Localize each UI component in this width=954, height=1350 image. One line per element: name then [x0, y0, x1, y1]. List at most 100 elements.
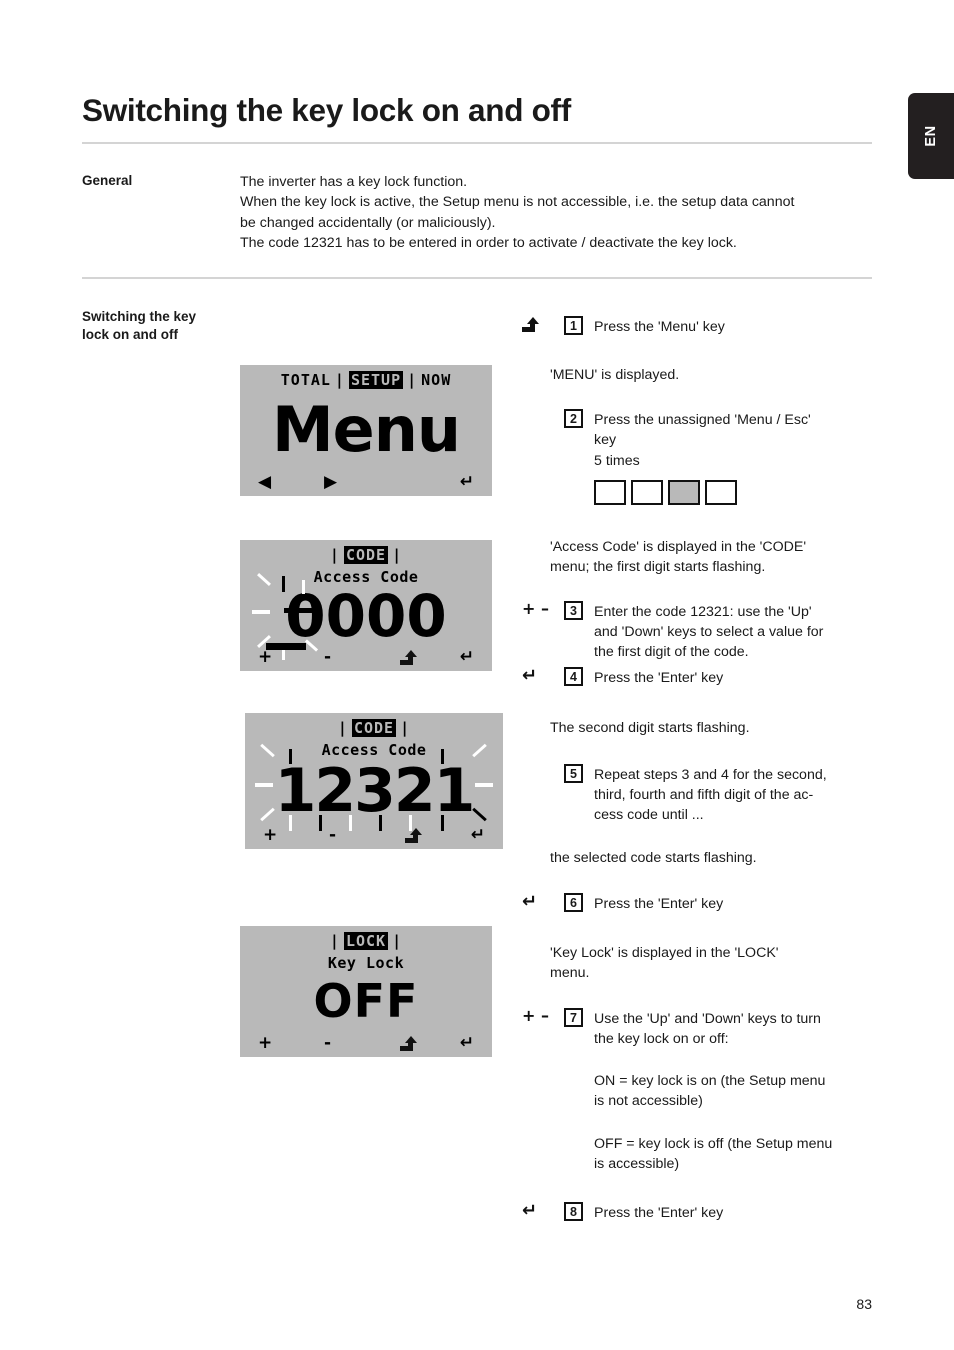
step-6-enter-icon: ↵: [522, 890, 538, 912]
lcd-1-header-total: TOTAL: [280, 371, 331, 389]
step-7-line-2: the key lock on or off:: [594, 1031, 729, 1048]
note-access-code-line-2: menu; the first digit starts flashing.: [550, 558, 766, 575]
lcd-4-enter-icon: ↵: [459, 1033, 474, 1053]
section-general-label: General: [82, 173, 133, 188]
lcd-1-right-arrow-icon: ▶: [324, 472, 338, 492]
lcd-1-left-arrow-icon: ◀: [258, 472, 272, 492]
step-5-number: 5: [564, 763, 583, 783]
lcd-menu-display: TOTAL | SETUP | NOW Menu ◀ ▶ ↵: [240, 365, 492, 496]
note-on-line-1: ON = key lock is on (the Setup menu: [594, 1073, 826, 1090]
lcd-3-menu-esc-icon: [405, 824, 422, 846]
lcd-2-plus-icon: +: [258, 647, 273, 667]
lcd-3-header: | CODE |: [245, 719, 503, 737]
section-procedure-label: Switching the key lock on and off: [82, 308, 232, 344]
step-5-line-3: cess code until ...: [594, 807, 704, 824]
general-line-1: The inverter has a key lock function.: [240, 174, 468, 190]
lcd-4-footer: + - ↵: [240, 1032, 492, 1054]
note-second-digit: The second digit starts flashing.: [550, 719, 750, 736]
step-5: 5 Repeat steps 3 and 4 for the second, t…: [522, 763, 872, 825]
lcd-4-plus-icon: +: [258, 1033, 273, 1053]
lcd-1-footer: ◀ ▶ ↵: [240, 471, 492, 493]
language-tab-label: EN: [923, 125, 939, 147]
lcd-1-sep-a: |: [334, 371, 345, 389]
lcd-access-code-12321-display: | CODE | Access Code 12321 + - ↵: [245, 713, 503, 849]
step-5-line-2: third, fourth and fifth digit of the ac-: [594, 787, 814, 804]
note-key-lock-displayed: 'Key Lock' is displayed in the 'LOCK' me…: [550, 943, 872, 983]
step-2-number: 2: [564, 409, 583, 429]
lcd-4-header-lock: LOCK: [343, 932, 389, 950]
key-box-4: [705, 479, 737, 505]
step-7-number: 7: [564, 1007, 583, 1027]
divider-top: [82, 142, 872, 144]
step-1-text: Press the 'Menu' key: [594, 319, 725, 335]
lcd-2-enter-icon: ↵: [459, 647, 474, 667]
note-access-code: 'Access Code' is displayed in the 'CODE'…: [550, 537, 872, 577]
step-1-menu-esc-icon: [522, 316, 556, 332]
lcd-4-sep-a: |: [329, 932, 340, 950]
key-box-2: [631, 479, 663, 505]
note-off-line-1: OFF = key lock is off (the Setup menu: [594, 1135, 833, 1152]
page-title: Switching the key lock on and off: [82, 92, 571, 129]
note-off-line-2: is accessible): [594, 1155, 680, 1172]
step-3-line-3: the first digit of the code.: [594, 644, 749, 661]
step-2-line-3: 5 times: [594, 452, 640, 469]
step-1: 1 Press the 'Menu' key: [522, 316, 872, 337]
step-2-line-1: Press the unassigned 'Menu / Esc': [594, 412, 811, 429]
note-key-lock-line-2: menu.: [550, 964, 590, 981]
step-7-plus-minus-icon: + –: [522, 1005, 549, 1025]
lcd-2-footer: + - ↵: [240, 646, 492, 668]
note-key-lock-line-1: 'Key Lock' is displayed in the 'LOCK': [550, 944, 779, 961]
lcd-3-header-code: CODE: [351, 719, 397, 737]
lcd-2-sep-b: |: [392, 546, 403, 564]
lcd-4-menu-esc-icon: [400, 1032, 417, 1054]
lcd-illustration-column: TOTAL | SETUP | NOW Menu ◀ ▶ ↵ | CODE | Access…: [240, 308, 510, 1057]
lcd-4-value: OFF: [313, 974, 419, 1028]
lcd-4-minus-icon: -: [324, 1033, 332, 1053]
lcd-1-enter-icon: ↵: [459, 472, 474, 492]
step-3: + – 3 Enter the code 12321: use the 'Up'…: [522, 601, 872, 662]
lcd-3-sep-b: |: [400, 719, 411, 737]
lcd-1-sep-b: |: [407, 371, 418, 389]
lcd-4-subtitle: Key Lock: [327, 954, 405, 972]
lcd-1-value: Menu: [271, 393, 461, 466]
page-number: 83: [856, 1296, 872, 1312]
lcd-2-menu-esc-icon: [400, 646, 417, 668]
lcd-3-plus-icon: +: [263, 825, 278, 845]
lcd-2-sep-a: |: [329, 546, 340, 564]
procedure-label-line-2: lock on and off: [82, 327, 178, 343]
note-access-code-line-1: 'Access Code' is displayed in the 'CODE': [550, 538, 807, 555]
step-6-number: 6: [564, 892, 583, 912]
lcd-access-code-0000-display: | CODE | Access Code 0000 + - ↵: [240, 540, 492, 671]
key-row-diagram: [594, 479, 872, 505]
lcd-4-header: | LOCK |: [240, 932, 492, 950]
lcd-3-enter-icon: ↵: [470, 825, 485, 845]
note-on-line-2: is not accessible): [594, 1093, 703, 1110]
step-3-text: Enter the code 12321: use the 'Up' and '…: [594, 601, 872, 662]
step-2-text: Press the unassigned 'Menu / Esc' key 5 …: [594, 409, 872, 470]
lcd-3-sep-a: |: [337, 719, 348, 737]
lcd-2-header-code: CODE: [343, 546, 389, 564]
lcd-2-value: 0000: [285, 582, 447, 650]
lcd-1-header: TOTAL | SETUP | NOW: [240, 371, 492, 389]
step-4-enter-icon: ↵: [522, 664, 538, 686]
key-box-3-active: [668, 479, 700, 505]
note-on-definition: ON = key lock is on (the Setup menu is n…: [594, 1071, 872, 1111]
step-6: ↵ 6 Press the 'Enter' key: [522, 890, 872, 914]
step-4-text: Press the 'Enter' key: [594, 669, 724, 686]
step-7: + – 7 Use the 'Up' and 'Down' keys to tu…: [522, 1005, 872, 1049]
step-3-plus-minus-icon: + –: [522, 599, 549, 619]
step-4: ↵ 4 Press the 'Enter' key: [522, 664, 872, 688]
step-7-line-1: Use the 'Up' and 'Down' keys to turn: [594, 1010, 821, 1027]
step-1-number: 1: [564, 316, 583, 335]
step-8-number: 8: [564, 1201, 583, 1221]
step-3-line-2: and 'Down' keys to select a value for: [594, 624, 824, 641]
note-off-definition: OFF = key lock is off (the Setup menu is…: [594, 1134, 872, 1174]
lcd-1-header-now: NOW: [421, 371, 452, 389]
step-2-line-2: key: [594, 432, 617, 449]
lcd-4-sep-b: |: [392, 932, 403, 950]
lcd-3-minus-icon: -: [329, 825, 337, 845]
lcd-2-minus-icon: -: [324, 647, 332, 667]
divider-middle: [82, 277, 872, 279]
note-menu-displayed: 'MENU' is displayed.: [550, 367, 680, 384]
lcd-3-footer: + - ↵: [245, 824, 503, 846]
